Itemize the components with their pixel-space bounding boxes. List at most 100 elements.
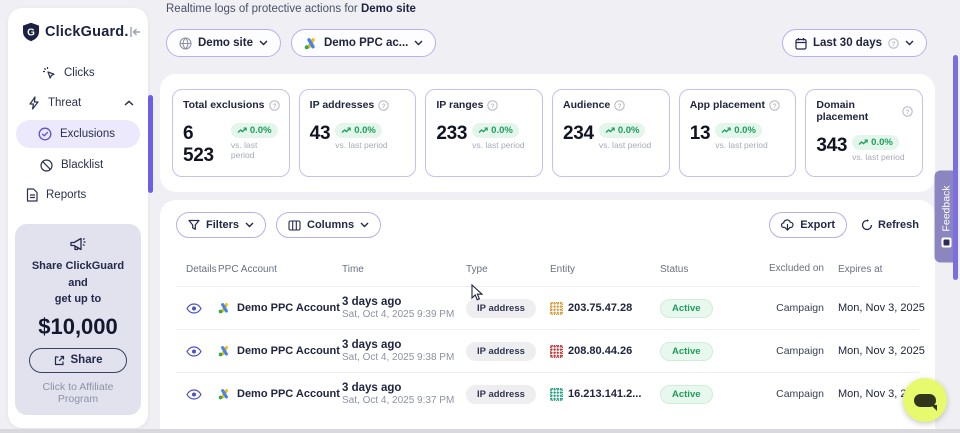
change-badge: 0.0% bbox=[852, 135, 899, 150]
ppc-account-selector[interactable]: Demo PPC ac... bbox=[291, 29, 436, 57]
time-absolute: Sat, Oct 4, 2025 9:37 PM bbox=[342, 395, 466, 406]
eye-icon[interactable] bbox=[186, 303, 218, 314]
sidebar-scrollbar[interactable] bbox=[148, 95, 153, 193]
info-circle-icon[interactable]: ? bbox=[378, 100, 389, 111]
status-badge: Active bbox=[660, 342, 713, 361]
date-range-selector[interactable]: Last 30 days ? bbox=[782, 29, 927, 57]
excluded-on-value: Campaign bbox=[776, 388, 824, 400]
col-header-expires-at[interactable]: Expires at bbox=[824, 264, 919, 275]
funnel-icon bbox=[188, 219, 200, 231]
expires-at-value: Mon, Nov 3, 2025 bbox=[838, 302, 925, 314]
feedback-label: Feedback bbox=[940, 185, 952, 231]
sidebar: G ClickGuard. Clicks Threat bbox=[8, 8, 148, 428]
entity-identicon bbox=[550, 302, 563, 315]
feedback-icon bbox=[941, 238, 951, 248]
refresh-button[interactable]: Refresh bbox=[861, 219, 919, 231]
sidebar-item-label: Exclusions bbox=[60, 128, 115, 140]
time-absolute: Sat, Oct 4, 2025 9:38 PM bbox=[342, 352, 466, 363]
promo-amount: $10,000 bbox=[23, 314, 133, 340]
col-header-status[interactable]: Status bbox=[660, 264, 754, 275]
ppc-account-name: Demo PPC Account bbox=[237, 345, 340, 357]
stat-value: 233 bbox=[436, 123, 467, 145]
header-filter-bar: Demo site Demo PPC ac... Last 30 days ? bbox=[166, 29, 927, 57]
stat-label: IP ranges bbox=[436, 99, 483, 111]
threat-icon bbox=[28, 96, 40, 110]
sidebar-item-label: Clicks bbox=[64, 67, 95, 79]
export-button[interactable]: Export bbox=[769, 212, 847, 238]
stats-panel: Total exclusions? 6 523 0.0% vs. last pe… bbox=[160, 74, 935, 192]
info-circle-icon[interactable]: ? bbox=[269, 100, 280, 111]
col-header-time[interactable]: Time bbox=[342, 264, 466, 275]
sidebar-collapse-icon[interactable] bbox=[129, 26, 142, 38]
eye-icon[interactable] bbox=[186, 389, 218, 400]
entity-value: 16.213.141.2... bbox=[568, 388, 641, 400]
share-button[interactable]: Share bbox=[29, 348, 127, 373]
ppc-account-name: Demo PPC Account bbox=[237, 302, 340, 314]
entity-identicon bbox=[550, 388, 563, 401]
svg-text:?: ? bbox=[618, 102, 622, 109]
bottom-edge bbox=[0, 429, 960, 433]
table-row[interactable]: Demo PPC Account 3 days ago Sat, Oct 4, … bbox=[176, 329, 919, 372]
sidebar-item-exclusions[interactable]: Exclusions bbox=[16, 120, 140, 148]
page-scrollbar[interactable] bbox=[953, 55, 958, 280]
affiliate-promo-card[interactable]: Share ClickGuard andget up to $10,000 Sh… bbox=[15, 224, 141, 415]
columns-button[interactable]: Columns bbox=[276, 212, 381, 238]
table-header-row: Details PPC Account Time Type Entity Sta… bbox=[176, 252, 919, 286]
sidebar-item-reports[interactable]: Reports bbox=[8, 182, 148, 208]
chevron-down-icon bbox=[360, 222, 369, 228]
eye-icon[interactable] bbox=[186, 346, 218, 357]
col-header-type[interactable]: Type bbox=[466, 264, 550, 275]
entity-identicon bbox=[550, 345, 563, 358]
sidebar-item-threat[interactable]: Threat bbox=[8, 90, 148, 116]
external-link-icon bbox=[54, 355, 65, 366]
svg-text:G: G bbox=[27, 27, 35, 38]
table-row[interactable]: Demo PPC Account 3 days ago Sat, Oct 4, … bbox=[176, 372, 919, 415]
col-header-ppc[interactable]: PPC Account bbox=[218, 264, 342, 275]
type-badge: IP address bbox=[466, 299, 536, 318]
chevron-down-icon bbox=[905, 40, 914, 46]
col-header-entity[interactable]: Entity bbox=[550, 264, 660, 275]
sidebar-item-clicks[interactable]: Clicks bbox=[8, 60, 148, 86]
sidebar-item-blacklist[interactable]: Blacklist bbox=[8, 152, 148, 178]
promo-text: Share ClickGuard andget up to bbox=[23, 258, 133, 308]
page-subtitle: Realtime logs of protective actions for … bbox=[166, 3, 416, 15]
svg-text:?: ? bbox=[772, 102, 776, 109]
stat-label: Total exclusions bbox=[183, 99, 265, 111]
status-badge: Active bbox=[660, 385, 713, 404]
chat-launcher-button[interactable] bbox=[903, 378, 947, 422]
stat-sub: vs. last period bbox=[852, 152, 904, 162]
stat-card-domain-placement: Domain placement? 343 0.0% vs. last peri… bbox=[805, 89, 923, 177]
refresh-icon bbox=[861, 219, 873, 231]
col-header-excluded-on[interactable]: Excluded on bbox=[754, 263, 824, 276]
stat-value: 234 bbox=[563, 123, 594, 145]
google-ads-icon bbox=[218, 345, 231, 357]
col-header-details[interactable]: Details bbox=[176, 264, 218, 275]
expires-at-value: Mon, Nov 3, 2025 bbox=[838, 345, 925, 357]
info-circle-icon[interactable]: ? bbox=[487, 100, 498, 111]
sidebar-item-label: Threat bbox=[48, 97, 124, 109]
site-selector[interactable]: Demo site bbox=[166, 29, 281, 57]
sidebar-item-label: Blacklist bbox=[61, 159, 103, 171]
stat-sub: vs. last period bbox=[472, 140, 524, 150]
info-circle-icon[interactable]: ? bbox=[769, 100, 780, 111]
stat-value: 13 bbox=[690, 123, 711, 145]
stat-card-audience: Audience? 234 0.0% vs. last period bbox=[552, 89, 670, 177]
cloud-download-icon bbox=[781, 219, 794, 231]
change-badge: 0.0% bbox=[599, 123, 646, 138]
stat-sub: vs. last period bbox=[335, 140, 387, 150]
sidebar-item-label: Reports bbox=[46, 189, 86, 201]
filters-button[interactable]: Filters bbox=[176, 212, 266, 238]
google-ads-icon bbox=[218, 388, 231, 400]
stat-label: App placement bbox=[690, 99, 765, 111]
info-circle-icon[interactable]: ? bbox=[614, 100, 625, 111]
time-absolute: Sat, Oct 4, 2025 9:39 PM bbox=[342, 309, 466, 320]
exclusions-check-circle-icon bbox=[38, 127, 52, 141]
info-circle-icon[interactable]: ? bbox=[902, 106, 913, 117]
stat-label: IP addresses bbox=[310, 99, 375, 111]
table-row[interactable]: Demo PPC Account 3 days ago Sat, Oct 4, … bbox=[176, 286, 919, 329]
stat-sub: vs. last period bbox=[715, 140, 767, 150]
stat-label: Domain placement bbox=[816, 99, 898, 123]
svg-text:?: ? bbox=[491, 102, 495, 109]
type-badge: IP address bbox=[466, 342, 536, 361]
status-badge: Active bbox=[660, 299, 713, 318]
